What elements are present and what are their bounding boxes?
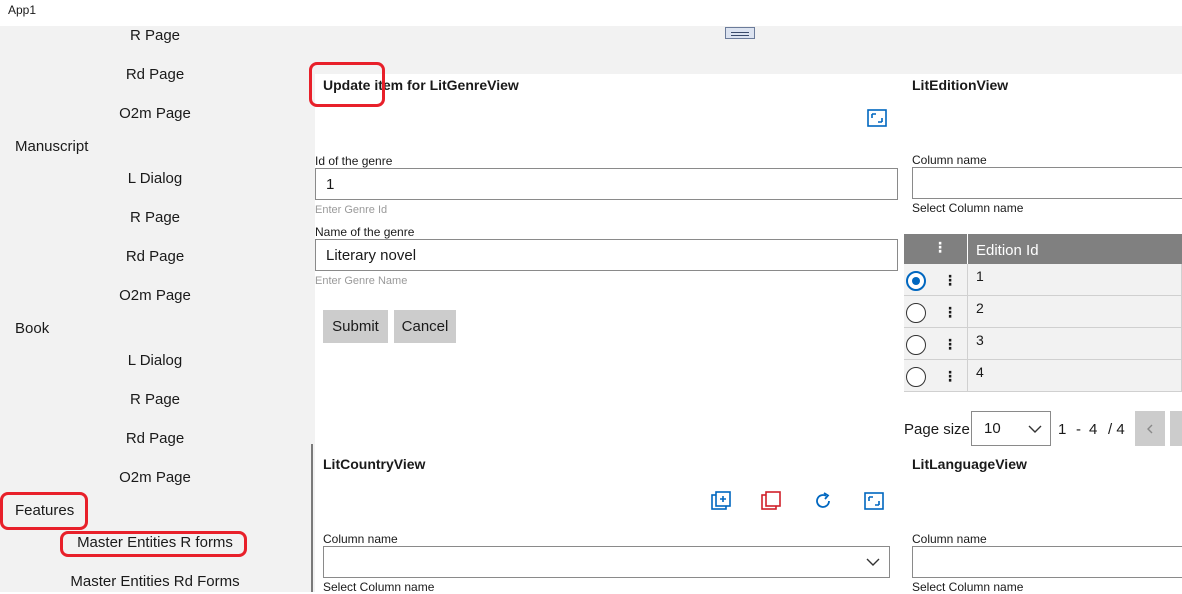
sidebar-group-book[interactable]: Book xyxy=(15,320,49,337)
more-vertical-icon: ⋮ xyxy=(933,239,947,255)
genre-name-hint: Enter Genre Name xyxy=(315,275,408,287)
app-title: App1 xyxy=(8,3,37,17)
sidebar-item-r-page[interactable]: R Page xyxy=(0,391,310,408)
chevron-down-icon[interactable] xyxy=(866,557,880,567)
row-select-radio[interactable] xyxy=(906,335,926,355)
edition-column-label: Column name xyxy=(912,153,987,167)
row-select-radio[interactable] xyxy=(906,367,926,387)
annotation-highlight-features xyxy=(0,492,88,530)
sidebar-item-rd-page[interactable]: Rd Page xyxy=(0,248,310,265)
more-vertical-icon[interactable]: ⋮ xyxy=(943,337,957,351)
language-view-title: LitLanguageView xyxy=(912,456,1027,472)
expand-icon[interactable] xyxy=(863,490,885,512)
sidebar-item-o2m-page[interactable]: O2m Page xyxy=(0,469,310,486)
page-size-value: 10 xyxy=(984,420,1001,437)
edition-grid-rows: ⋮ 1 ⋮ 2 ⋮ 3 ⋮ 4 xyxy=(904,264,1182,393)
row-select-radio[interactable] xyxy=(906,303,926,323)
title-bar: App1 xyxy=(0,0,1182,26)
sidebar-item-o2m-page[interactable]: O2m Page xyxy=(0,105,310,122)
range-end: 4 xyxy=(1089,421,1098,438)
range-separator: - xyxy=(1076,421,1081,438)
country-view-title: LitCountryView xyxy=(323,456,426,472)
submit-button[interactable]: Submit xyxy=(323,310,388,343)
language-column-label: Column name xyxy=(912,532,987,546)
sidebar-item-r-page[interactable]: R Page xyxy=(0,209,310,226)
annotation-highlight-title xyxy=(309,62,385,107)
edition-id-cell[interactable]: 4 xyxy=(968,360,1182,392)
add-multiple-icon[interactable] xyxy=(710,490,732,512)
page-size-select[interactable]: 10 xyxy=(971,411,1051,446)
edition-id-cell[interactable]: 2 xyxy=(968,296,1182,328)
annotation-highlight-master-entities xyxy=(60,531,247,557)
sidebar-item-l-dialog[interactable]: L Dialog xyxy=(0,170,310,187)
page-size-label: Page size xyxy=(904,421,970,438)
sidebar-item-o2m-page[interactable]: O2m Page xyxy=(0,287,310,304)
genre-name-label: Name of the genre xyxy=(315,225,415,239)
delete-multiple-icon[interactable] xyxy=(760,490,782,512)
more-vertical-icon[interactable]: ⋮ xyxy=(943,305,957,319)
sidebar-item-rd-page[interactable]: Rd Page xyxy=(0,66,310,83)
sidebar-item-master-entities-rd-forms[interactable]: Master Entities Rd Forms xyxy=(0,573,310,590)
more-vertical-icon[interactable]: ⋮ xyxy=(943,369,957,383)
more-vertical-icon[interactable]: ⋮ xyxy=(943,273,957,287)
splitter-handle-icon[interactable] xyxy=(725,27,755,39)
language-column-select[interactable] xyxy=(912,546,1182,578)
genre-id-label: Id of the genre xyxy=(315,154,393,168)
edition-column-select[interactable] xyxy=(912,167,1182,199)
expand-icon[interactable] xyxy=(866,107,888,129)
genre-id-input[interactable]: 1 xyxy=(315,168,898,200)
total-count: / 4 xyxy=(1108,421,1125,438)
prev-page-button[interactable] xyxy=(1135,411,1165,446)
sidebar-group-manuscript[interactable]: Manuscript xyxy=(15,138,88,155)
table-row[interactable]: ⋮ xyxy=(904,328,968,360)
grid-header-menu[interactable]: ⋮ xyxy=(904,234,967,264)
table-row[interactable]: ⋮ xyxy=(904,360,968,392)
sidebar-item-l-dialog[interactable]: L Dialog xyxy=(0,352,310,369)
genre-id-hint: Enter Genre Id xyxy=(315,204,388,216)
table-row[interactable]: ⋮ xyxy=(904,296,968,328)
range-start: 1 xyxy=(1058,421,1067,438)
sidebar-scrollbar[interactable] xyxy=(311,444,313,592)
edition-id-cell[interactable]: 1 xyxy=(968,264,1182,296)
edition-column-hint: Select Column name xyxy=(912,201,1024,215)
country-column-select[interactable] xyxy=(323,546,890,578)
row-select-radio[interactable] xyxy=(906,271,926,291)
edition-view-title: LitEditionView xyxy=(912,77,1009,93)
chevron-down-icon xyxy=(1028,425,1042,433)
chevron-left-icon xyxy=(1147,424,1153,433)
edition-id-cell[interactable]: 3 xyxy=(968,328,1182,360)
refresh-icon[interactable] xyxy=(812,490,834,512)
sidebar-item-rd-page[interactable]: Rd Page xyxy=(0,430,310,447)
next-page-button[interactable] xyxy=(1170,411,1182,446)
cancel-button[interactable]: Cancel xyxy=(394,310,456,343)
grid-header-edition-id[interactable]: Edition Id xyxy=(968,234,1182,264)
table-row[interactable]: ⋮ xyxy=(904,264,968,296)
sidebar-item-r-page[interactable]: R Page xyxy=(0,27,310,44)
genre-name-input[interactable]: Literary novel xyxy=(315,239,898,271)
country-column-label: Column name xyxy=(323,532,398,546)
